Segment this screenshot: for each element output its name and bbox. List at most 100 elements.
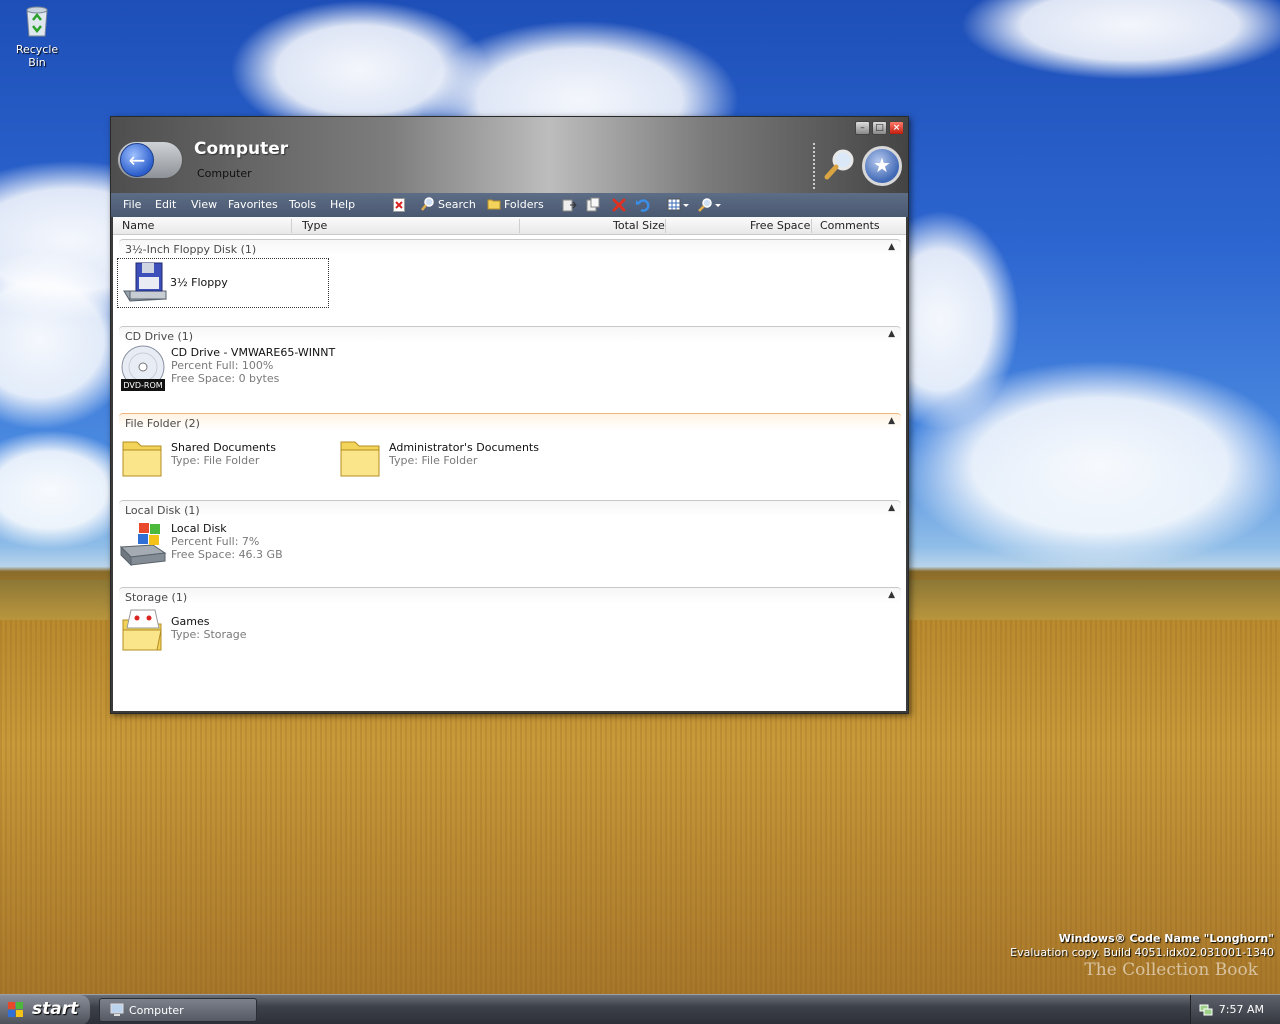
computer-window: ← Computer Computer – □ × ★ File Edit Vi… xyxy=(110,116,909,714)
copy-to-icon[interactable] xyxy=(585,197,601,213)
group-title[interactable]: CD Drive (1) xyxy=(125,330,193,343)
item-name: Local Disk xyxy=(171,522,227,535)
system-tray: 7:57 AM xyxy=(1190,995,1280,1024)
menu-bar: File Edit View Favorites Tools Help Sear… xyxy=(111,193,908,217)
menu-file[interactable]: File xyxy=(123,198,141,211)
group-cd-drive: CD Drive (1) ▲ DVD-ROM CD Drive - VMWARE… xyxy=(119,326,901,410)
toolbar-grip xyxy=(813,143,815,189)
floppy-drive-icon xyxy=(123,262,167,302)
back-arrow-icon: ← xyxy=(120,143,154,177)
hard-drive-icon xyxy=(119,523,167,567)
minimize-button[interactable]: – xyxy=(855,121,870,135)
column-name[interactable]: Name xyxy=(122,219,154,232)
group-floppy: 3½-Inch Floppy Disk (1) ▲ 3½ Floppy xyxy=(117,239,901,323)
window-subtitle: Computer xyxy=(197,167,252,180)
column-divider[interactable] xyxy=(291,219,292,233)
collapse-icon[interactable]: ▲ xyxy=(888,329,895,339)
column-divider[interactable] xyxy=(519,219,520,233)
brand-watermark: The Collection Book xyxy=(1084,960,1258,980)
item-type: Type: File Folder xyxy=(389,454,478,467)
group-storage: Storage (1) ▲ Games Type: Storage xyxy=(119,587,901,671)
undo-icon[interactable] xyxy=(635,197,651,213)
item-type: Type: File Folder xyxy=(171,454,260,467)
watermark-title: Windows® Code Name "Longhorn" xyxy=(1058,932,1274,945)
local-disk-item[interactable]: Local Disk Percent Full: 7% Free Space: … xyxy=(119,521,379,569)
games-item[interactable]: Games Type: Storage xyxy=(119,606,319,654)
dvd-drive-icon: DVD-ROM xyxy=(121,345,165,391)
computer-icon xyxy=(110,1003,124,1016)
search-label: Search xyxy=(438,198,476,211)
recycle-bin-label: Recycle Bin xyxy=(15,43,59,69)
search-icon[interactable] xyxy=(823,147,857,181)
item-percent-full: Percent Full: 7% xyxy=(171,535,260,548)
menu-favorites[interactable]: Favorites xyxy=(228,198,278,211)
menu-view[interactable]: View xyxy=(191,198,217,211)
cd-drive-item[interactable]: DVD-ROM CD Drive - VMWARE65-WINNT Percen… xyxy=(119,345,419,395)
floppy-drive-item[interactable]: 3½ Floppy xyxy=(117,258,329,308)
collapse-icon[interactable]: ▲ xyxy=(888,503,895,513)
item-name: Games xyxy=(171,615,210,628)
watermark-build: Evaluation copy. Build 4051.idx02.031001… xyxy=(1010,946,1274,959)
item-percent-full: Percent Full: 100% xyxy=(171,359,274,372)
group-title[interactable]: Local Disk (1) xyxy=(125,504,200,517)
collapse-icon[interactable]: ▲ xyxy=(888,416,895,426)
move-to-icon[interactable] xyxy=(561,197,577,213)
menu-tools[interactable]: Tools xyxy=(289,198,316,211)
taskbar-computer-button[interactable]: Computer xyxy=(99,998,257,1022)
folders-icon xyxy=(487,199,501,210)
item-name: Administrator's Documents xyxy=(389,441,539,454)
shared-documents-item[interactable]: Shared Documents Type: File Folder xyxy=(119,432,329,480)
start-button[interactable]: start xyxy=(0,995,90,1024)
menu-help[interactable]: Help xyxy=(330,198,355,211)
back-button[interactable]: ← xyxy=(117,141,183,179)
collapse-icon[interactable]: ▲ xyxy=(888,242,895,252)
close-button[interactable]: × xyxy=(889,121,904,135)
recycle-bin-icon[interactable]: Recycle Bin xyxy=(6,4,68,69)
item-name: Shared Documents xyxy=(171,441,276,454)
item-type: Type: Storage xyxy=(171,628,247,641)
clock[interactable]: 7:57 AM xyxy=(1219,1003,1264,1016)
column-comments[interactable]: Comments xyxy=(820,219,880,232)
taskbar-computer-label: Computer xyxy=(129,1004,184,1017)
item-name: CD Drive - VMWARE65-WINNT xyxy=(171,346,336,359)
column-divider[interactable] xyxy=(811,219,812,233)
column-divider[interactable] xyxy=(665,219,666,233)
group-title[interactable]: 3½-Inch Floppy Disk (1) xyxy=(125,243,256,256)
taskbar: start Computer 7:57 AM xyxy=(0,994,1280,1024)
favorites-star-icon[interactable]: ★ xyxy=(862,146,902,186)
cloud xyxy=(960,0,1280,80)
folders-button[interactable]: Folders xyxy=(487,197,544,213)
recycle-bin-graphic xyxy=(26,6,48,37)
search-options-icon[interactable] xyxy=(697,197,721,213)
start-label: start xyxy=(32,999,79,1019)
views-icon[interactable] xyxy=(667,197,689,213)
group-local-disk: Local Disk (1) ▲ Local Disk Percent Full… xyxy=(119,500,901,584)
window-title: Computer xyxy=(194,139,289,159)
content-pane: Name Type Total Size Free Space Comments… xyxy=(113,217,906,711)
item-name: 3½ Floppy xyxy=(170,276,228,289)
column-total-size[interactable]: Total Size xyxy=(613,219,665,232)
cloud xyxy=(900,360,1280,570)
column-header: Name Type Total Size Free Space Comments xyxy=(113,217,906,235)
group-title[interactable]: File Folder (2) xyxy=(125,417,200,430)
maximize-button[interactable]: □ xyxy=(872,121,887,135)
column-free-space[interactable]: Free Space xyxy=(750,219,810,232)
group-title[interactable]: Storage (1) xyxy=(125,591,187,604)
stop-icon[interactable] xyxy=(393,198,405,212)
menu-edit[interactable]: Edit xyxy=(155,198,176,211)
delete-icon[interactable] xyxy=(611,197,627,213)
collapse-icon[interactable]: ▲ xyxy=(888,590,895,600)
dvd-rom-label: DVD-ROM xyxy=(123,381,162,390)
title-bar[interactable]: ← Computer Computer – □ × ★ xyxy=(111,117,908,193)
folder-icon xyxy=(122,441,162,477)
storage-folder-icon xyxy=(122,609,162,651)
search-button[interactable]: Search xyxy=(421,197,476,213)
item-free-space: Free Space: 46.3 GB xyxy=(171,548,283,561)
group-file-folder: File Folder (2) ▲ Shared Documents Type:… xyxy=(119,413,901,497)
build-watermark: Windows® Code Name "Longhorn" Evaluation… xyxy=(1010,932,1274,960)
search-small-icon xyxy=(421,197,434,211)
windows-flag-icon xyxy=(8,1002,23,1017)
network-icon[interactable] xyxy=(1199,1003,1213,1017)
column-type[interactable]: Type xyxy=(302,219,327,232)
administrator-documents-item[interactable]: Administrator's Documents Type: File Fol… xyxy=(337,432,567,480)
